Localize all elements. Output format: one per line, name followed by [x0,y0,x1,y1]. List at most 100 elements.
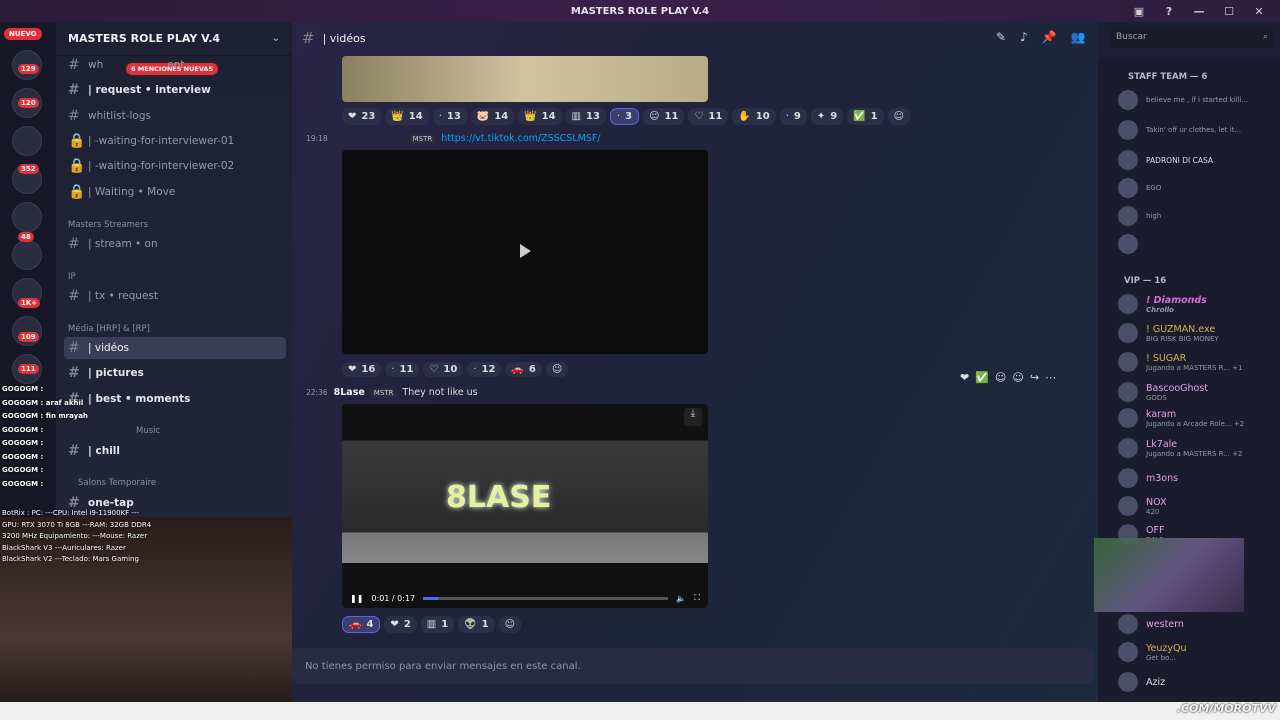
channel-item[interactable]: # wh ent [64,54,286,76]
search-input[interactable]: Buscar ⌕ [1110,28,1274,48]
reaction[interactable]: ❤ 2 [384,616,417,633]
image-preview[interactable] [342,56,708,102]
add-reaction-icon[interactable]: ☺ [887,108,911,125]
reaction[interactable]: ✦ 9 [810,108,844,125]
pause-icon[interactable]: ❚❚ [350,594,363,603]
fullscreen-icon[interactable]: ⛶ [694,593,700,603]
reaction[interactable]: ✅ 1 [847,108,884,125]
badge: 1K+ [18,298,41,308]
more-icon[interactable]: ⋯ [1045,371,1056,384]
category-header[interactable]: Salons Temporaire [78,478,156,488]
category-header[interactable]: Masters Streamers [68,220,148,230]
video-player[interactable]: 8LASE ⤓ [342,404,708,608]
member-item[interactable]: believe me , if i started killi... [1118,90,1276,110]
mute-icon[interactable]: ♪ [1020,30,1028,44]
member-item[interactable]: ! Diamonds Chrollo [1118,294,1276,314]
volume-icon[interactable]: 🔈 [676,594,686,603]
server-header[interactable]: MASTERS ROLE PLAY V.4 ⌄ [56,22,292,56]
reaction[interactable]: 👑 14 [385,108,429,125]
channel-item[interactable]: 🔒 | -waiting-for-interviewer-02 [64,155,286,177]
member-item[interactable]: ! SUGAR Jugando a MASTERS R... +1 [1118,352,1276,372]
reaction[interactable]: ☺ 11 [643,108,685,125]
category-header[interactable]: Média [HRP] & [RP] [68,324,150,334]
reaction[interactable]: · 12 [467,362,502,377]
new-badge[interactable]: NUEVO [4,28,42,40]
video-progress[interactable] [423,596,669,600]
channel-item[interactable]: # | stream • on [64,233,286,255]
close-button[interactable]: ✕ [1244,5,1274,18]
reaction[interactable]: 🐷 14 [470,108,515,125]
inbox-icon[interactable]: ▣ [1124,5,1154,18]
channel-item[interactable]: # | pictures [64,362,286,384]
server-icon[interactable] [12,126,42,156]
reaction[interactable]: · 13 [432,108,467,125]
lock-icon: 🔒 [68,133,86,149]
channel-item[interactable]: # whitlist-logs [64,105,286,127]
reaction[interactable]: ❤ 23 [342,108,382,125]
reaction[interactable]: · 3 [609,108,640,125]
reaction[interactable]: ♡ 10 [423,362,464,377]
member-item[interactable]: Lk7ale Jugando a MASTERS R... +2 [1118,438,1276,458]
channel-item-videos[interactable]: # | vidéos [64,337,286,359]
member-item[interactable]: BascooGhost GODS [1118,382,1276,402]
reaction[interactable]: ▥ 13 [565,108,606,125]
reaction[interactable]: ❤ 16 [342,362,382,377]
member-item[interactable]: YeuzyQu Get bo... [1118,642,1276,662]
check-icon[interactable]: ✅ [975,371,989,384]
author-name[interactable]: 8Lase [334,387,365,398]
member-item[interactable]: m3ons [1118,468,1276,488]
channel-item[interactable]: 🔒 | Waiting • Move [64,181,286,203]
member-item[interactable]: PADRONI DI CASA [1118,150,1276,170]
reaction[interactable]: 🚗 6 [505,362,542,377]
channel-item[interactable]: # | request • interview [64,79,286,101]
server-icon[interactable] [12,202,42,232]
role-tag: MSTR [409,133,436,144]
member-item[interactable] [1118,234,1276,254]
server-icon[interactable] [12,240,42,270]
member-item[interactable]: ! GUZMAN.exe BIG RISK BIG MONEY [1118,323,1276,343]
hash-icon: # [68,108,80,124]
members-icon[interactable]: 👥 [1071,30,1086,44]
add-reaction-icon[interactable]: ☺ [498,616,522,633]
timestamp: 22:36 [306,388,328,397]
badge: 120 [18,98,39,108]
maximize-button[interactable]: ☐ [1214,5,1244,18]
channel-item[interactable]: # | best • moments [64,388,286,410]
category-header[interactable]: IP [68,272,76,282]
minimize-button[interactable]: — [1184,5,1214,18]
category-header[interactable]: Music [136,426,160,436]
add-reaction-icon[interactable]: ☺ [1012,371,1023,384]
reaction[interactable]: 👑 14 [518,108,562,125]
reaction[interactable]: 👽 1 [458,616,495,633]
member-item[interactable]: high [1118,206,1276,226]
channel-item[interactable]: # | tx • request [64,285,286,307]
emoji-icon[interactable]: ☺ [995,371,1006,384]
hash-icon: # [68,340,80,356]
reaction[interactable]: · 9 [779,108,807,125]
message-input[interactable]: No tienes permiso para enviar mensajes e… [292,648,1094,684]
reaction[interactable]: ✋ 10 [732,108,776,125]
video-time: 0:01 / 0:17 [371,593,416,603]
message-link[interactable]: https://vt.tiktok.com/ZSSCSLMSF/ [441,133,600,144]
member-item[interactable]: NOX 420 [1118,496,1276,516]
watermark: .COM/MOROTVV [1176,702,1276,715]
channel-item[interactable]: 🔒 | -waiting-for-interviewer-01 [64,130,286,152]
heart-icon[interactable]: ❤ [960,371,969,384]
member-item[interactable]: Takin' off ur clothes, let it... [1118,120,1276,140]
channel-item[interactable]: # | chill [64,440,286,462]
reaction[interactable]: ♡ 11 [688,108,729,125]
reply-icon[interactable]: ↪ [1030,371,1039,384]
member-item[interactable]: EGO [1118,178,1276,198]
member-item[interactable]: karam Jugando a Arcade Role... +2 [1118,408,1276,428]
pin-icon[interactable]: 📌 [1042,30,1057,44]
member-item[interactable]: western [1118,614,1276,634]
download-icon[interactable]: ⤓ [684,408,702,426]
member-item[interactable]: Aziz [1118,672,1276,692]
reaction[interactable]: · 11 [385,362,420,377]
reaction[interactable]: 🚗 4 [342,616,381,633]
reaction[interactable]: ▥ 1 [420,616,455,633]
help-icon[interactable]: ? [1154,5,1184,18]
add-reaction-icon[interactable]: ☺ [545,362,569,377]
play-icon[interactable] [520,244,531,258]
threads-icon[interactable]: ✎ [996,30,1006,44]
